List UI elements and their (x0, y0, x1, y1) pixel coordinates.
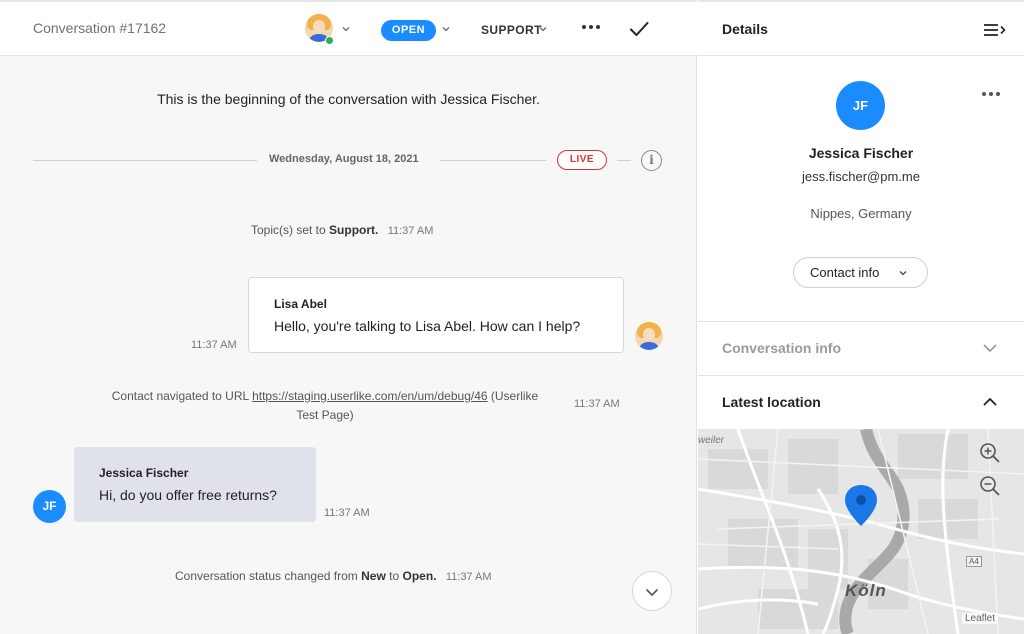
topic-dropdown-button[interactable]: SUPPORT (481, 23, 542, 37)
chevron-down-icon (982, 340, 998, 356)
message-author: Jessica Fischer (99, 466, 189, 480)
info-icon[interactable]: i (641, 150, 662, 171)
map-city-label: Köln (845, 581, 887, 600)
contact-avatar-large: JF (836, 81, 885, 130)
message-text: Hello, you're talking to Lisa Abel. How … (274, 318, 581, 334)
conversation-title: Conversation #17162 (33, 20, 167, 36)
contact-more-options-icon[interactable] (980, 86, 1002, 107)
contact-message-bubble: Jessica Fischer Hi, do you offer free re… (74, 447, 316, 522)
message-timestamp: 11:37 AM (574, 398, 620, 410)
map-tiles (698, 429, 1024, 634)
message-timestamp: 11:37 AM (191, 339, 237, 351)
topic-chevron-down-icon[interactable] (538, 24, 548, 37)
chevron-down-icon (644, 584, 660, 605)
conversation-toolbar: Conversation #17162 OPEN SUPPORT (0, 0, 697, 56)
status-chevron-down-icon[interactable] (441, 24, 451, 37)
live-badge: LIVE (557, 150, 607, 170)
message-timestamp: 11:37 AM (445, 571, 492, 583)
contact-email: jess.fischer@pm.me (802, 169, 920, 184)
scroll-to-bottom-button[interactable] (632, 571, 672, 611)
divider (440, 160, 546, 161)
contact-name: Jessica Fischer (808, 145, 914, 161)
contact-info-button[interactable]: Contact info (793, 257, 928, 288)
agent-message-bubble: Lisa Abel Hello, you're talking to Lisa … (248, 277, 624, 353)
latest-location-section[interactable]: Latest location (698, 375, 1024, 428)
message-timestamp: 11:37 AM (387, 225, 434, 237)
map-place-label: weiler (698, 435, 725, 446)
divider (617, 160, 631, 161)
location-map[interactable]: weiler A4 Köln Leaflet (698, 429, 1024, 634)
chevron-down-icon (898, 259, 908, 288)
system-message-status: Conversation status changed from New to … (175, 569, 492, 583)
message-text: Hi, do you offer free returns? (99, 487, 277, 503)
contact-avatar: JF (33, 490, 66, 523)
online-status-dot (325, 36, 334, 45)
more-options-icon[interactable] (580, 16, 602, 44)
zoom-out-icon[interactable] (979, 475, 1001, 497)
conversation-panel: Conversation #17162 OPEN SUPPORT This is… (0, 0, 697, 634)
system-message-topic: Topic(s) set to Support. 11:37 AM (251, 223, 434, 237)
map-road-label: A4 (966, 556, 982, 567)
resolve-checkmark-icon[interactable] (628, 18, 650, 40)
section-label: Conversation info (722, 340, 842, 356)
conversation-info-section[interactable]: Conversation info (698, 321, 1024, 374)
message-timestamp: 11:37 AM (324, 507, 370, 519)
contact-info-label: Contact info (810, 265, 880, 280)
date-label: Wednesday, August 18, 2021 (269, 153, 419, 165)
details-title: Details (722, 21, 768, 37)
system-message-navigation: Contact navigated to URL https://staging… (111, 389, 539, 422)
map-attribution-link[interactable]: Leaflet (962, 613, 999, 624)
date-separator: Wednesday, August 18, 2021 LIVE i (33, 150, 673, 171)
section-label: Latest location (722, 394, 821, 410)
chevron-up-icon (982, 394, 998, 410)
message-author: Lisa Abel (274, 297, 327, 311)
agent-avatar (635, 322, 663, 350)
conversation-intro: This is the beginning of the conversatio… (157, 91, 540, 107)
divider (33, 160, 257, 161)
status-dropdown-button[interactable]: OPEN (381, 20, 436, 41)
contact-location: Nippes, Germany (810, 206, 912, 221)
agent-chevron-down-icon[interactable] (341, 24, 351, 37)
details-header: Details (698, 0, 1024, 56)
details-panel: Details JF Jessica Fischer jess.fischer@… (698, 0, 1024, 634)
visited-url-link[interactable]: https://staging.userlike.com/en/um/debug… (252, 389, 487, 403)
collapse-panel-icon[interactable] (983, 22, 1007, 38)
zoom-in-icon[interactable] (979, 442, 1001, 464)
intro-contact-name: Jessica Fischer. (440, 91, 540, 107)
